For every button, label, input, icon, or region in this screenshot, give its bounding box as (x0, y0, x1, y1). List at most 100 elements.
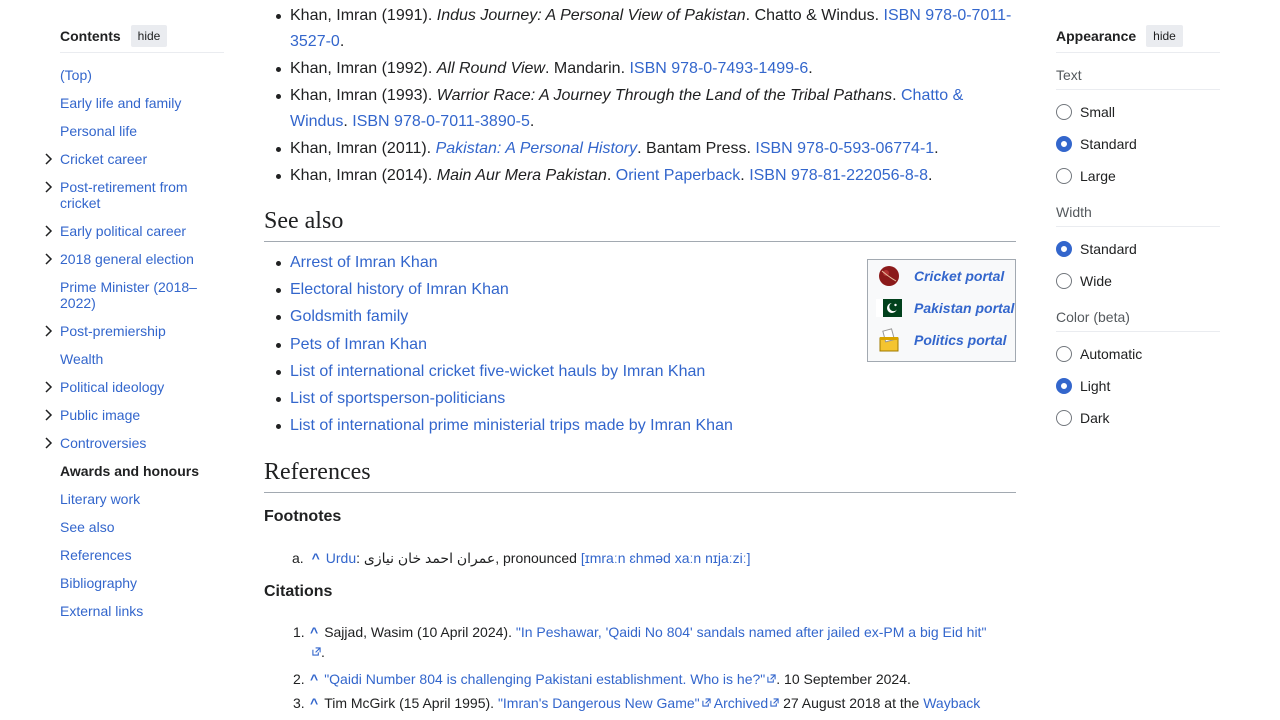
isbn-link[interactable]: ISBN 978-81-222056-8-8 (749, 167, 928, 184)
bib-publisher: . Chatto & Windus. (745, 7, 884, 24)
citation-post: . 10 September 2024. (776, 671, 911, 687)
toc-item-external-links[interactable]: External links (60, 603, 210, 619)
backlink-caret[interactable]: ^ (310, 695, 318, 711)
bib-title-link[interactable]: Pakistan: A Personal History (436, 140, 638, 157)
option-label: Wide (1080, 273, 1112, 289)
toc-item-references[interactable]: References (60, 547, 210, 563)
portal-cricket[interactable]: Cricket portal (874, 263, 1004, 289)
backlink-caret[interactable]: ^ (312, 550, 320, 566)
portal-link[interactable]: Politics portal (914, 332, 1007, 348)
toc-hide-button[interactable]: hide (130, 25, 168, 47)
backlink-caret[interactable]: ^ (310, 671, 318, 687)
citation-post: 27 August 2018 at the (779, 695, 924, 711)
isbn-link[interactable]: ISBN 978-0-593-06774-1 (755, 140, 934, 157)
radio-button[interactable] (1056, 346, 1072, 362)
appearance-header: Appearance hide (1056, 20, 1220, 53)
chevron-right-icon[interactable] (42, 436, 56, 450)
citation-number: 3. (293, 695, 305, 711)
toc-item-early-political[interactable]: Early political career (45, 223, 210, 239)
external-link-icon (312, 647, 321, 656)
chevron-right-icon[interactable] (42, 324, 56, 338)
bib-sep: . (343, 113, 353, 130)
citation-link[interactable]: "Qaidi Number 804 is challenging Pakista… (324, 671, 765, 687)
citation-item: 3. ^ Tim McGirk (15 April 1995). "Imran's… (293, 693, 1013, 713)
urdu-language-link[interactable]: Urdu (326, 550, 356, 566)
toc-item-early-life[interactable]: Early life and family (60, 95, 210, 111)
footnotes-heading: Footnotes (264, 508, 342, 525)
see-also-link[interactable]: List of sportsperson-politicians (290, 390, 505, 407)
ballot-box-icon (874, 327, 904, 353)
radio-button-selected[interactable] (1056, 378, 1072, 394)
color-dark-option[interactable]: Dark (1056, 410, 1110, 426)
wayback-link[interactable]: Wayback (923, 695, 980, 711)
publisher-link[interactable]: Orient Paperback (616, 167, 741, 184)
toc-item-political-ideology[interactable]: Political ideology (45, 379, 210, 395)
citation-item: 1. ^ Sajjad, Wasim (10 April 2024). "In P… (293, 622, 993, 662)
toc-item-literary-work[interactable]: Literary work (60, 491, 210, 507)
bib-title: All Round View (436, 60, 545, 77)
radio-button[interactable] (1056, 410, 1072, 426)
width-standard-option[interactable]: Standard (1056, 241, 1137, 257)
backlink-caret[interactable]: ^ (310, 624, 318, 640)
portal-politics[interactable]: Politics portal (874, 327, 1007, 353)
cricket-ball-icon (874, 263, 904, 289)
citation-link[interactable]: "In Peshawar, 'Qaidi No 804' sandals nam… (516, 624, 987, 640)
chevron-right-icon[interactable] (42, 408, 56, 422)
portal-link[interactable]: Cricket portal (914, 268, 1004, 284)
see-also-link[interactable]: List of international prime ministerial … (290, 417, 733, 434)
toc-item-top[interactable]: (Top) (60, 67, 210, 83)
radio-button[interactable] (1056, 273, 1072, 289)
radio-button[interactable] (1056, 104, 1072, 120)
color-automatic-option[interactable]: Automatic (1056, 346, 1142, 362)
portal-link[interactable]: Pakistan portal (914, 300, 1014, 316)
toc-item-personal-life[interactable]: Personal life (60, 123, 210, 139)
toc-item-label: Post-retirement from cricket (60, 179, 188, 211)
portal-pakistan[interactable]: Pakistan portal (874, 295, 1014, 321)
text-size-standard-option[interactable]: Standard (1056, 136, 1137, 152)
toc-item-post-retirement[interactable]: Post-retirement from cricket (45, 179, 210, 211)
toc-item-controversies[interactable]: Controversies (45, 435, 210, 451)
text-size-small-option[interactable]: Small (1056, 104, 1115, 120)
isbn-link[interactable]: ISBN 978-0-7493-1499-6 (629, 60, 808, 77)
text-size-large-option[interactable]: Large (1056, 168, 1116, 184)
toc-item-wealth[interactable]: Wealth (60, 351, 210, 367)
citation-number: 2. (293, 671, 305, 687)
width-wide-option[interactable]: Wide (1056, 273, 1112, 289)
option-label: Standard (1080, 136, 1137, 152)
citation-link[interactable]: "Imran's Dangerous New Game" (498, 695, 700, 711)
see-also-link[interactable]: Arrest of Imran Khan (290, 254, 438, 271)
chevron-right-icon[interactable] (42, 180, 56, 194)
ipa-link[interactable]: [ɪmraːn ɛhməd xaːn nɪjaːziː] (581, 550, 751, 566)
toc-item-post-premiership[interactable]: Post-premiership (45, 323, 210, 339)
see-also-link[interactable]: Goldsmith family (290, 308, 408, 325)
see-also-link[interactable]: Electoral history of Imran Khan (290, 281, 509, 298)
chevron-right-icon[interactable] (42, 152, 56, 166)
toc-item-label: See also (60, 519, 115, 535)
radio-button-selected[interactable] (1056, 241, 1072, 257)
toc-item-bibliography[interactable]: Bibliography (60, 575, 210, 591)
toc-item-label: Cricket career (60, 151, 148, 167)
appearance-title: Appearance (1056, 28, 1137, 44)
table-of-contents: Contents hide (Top) Early life and famil… (45, 20, 224, 619)
toc-item-public-image[interactable]: Public image (45, 407, 210, 423)
toc-item-2018-election[interactable]: 2018 general election (45, 251, 210, 267)
toc-item-cricket-career[interactable]: Cricket career (45, 151, 210, 167)
isbn-link[interactable]: ISBN 978-0-7011-3890-5 (352, 113, 530, 130)
toc-item-see-also[interactable]: See also (60, 519, 210, 535)
appearance-hide-button[interactable]: hide (1146, 25, 1183, 47)
toc-item-label: Controversies (60, 435, 147, 451)
see-also-link[interactable]: Pets of Imran Khan (290, 336, 427, 353)
toc-item-label: Literary work (60, 491, 141, 507)
radio-button[interactable] (1056, 168, 1072, 184)
radio-button-selected[interactable] (1056, 136, 1072, 152)
footnote-item: a. ^ Urdu: عمران احمد خان نیازی, pronounc… (292, 548, 751, 568)
see-also-link[interactable]: List of international cricket five-wicke… (290, 363, 705, 380)
toc-item-awards[interactable]: Awards and honours (60, 463, 210, 479)
archived-link[interactable]: Archived (714, 695, 768, 711)
chevron-right-icon[interactable] (42, 380, 56, 394)
toc-item-prime-minister[interactable]: Prime Minister (2018–2022) (60, 279, 210, 311)
chevron-right-icon[interactable] (42, 252, 56, 266)
chevron-right-icon[interactable] (42, 224, 56, 238)
color-light-option[interactable]: Light (1056, 378, 1110, 394)
width-label: Width (1056, 204, 1220, 227)
